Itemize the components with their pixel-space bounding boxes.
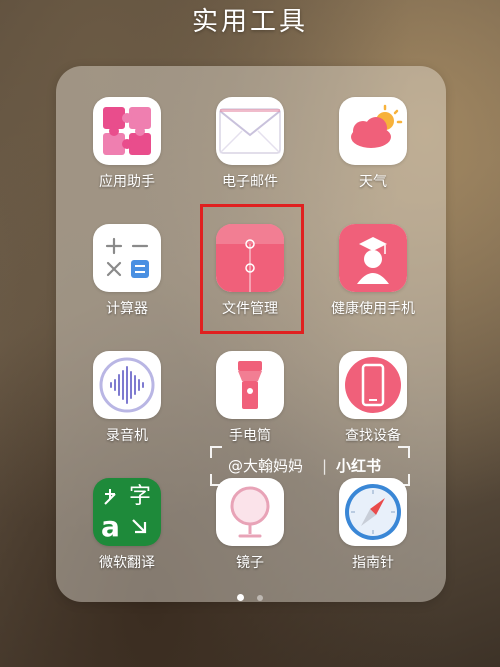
weather-icon xyxy=(339,97,407,165)
page-indicator xyxy=(0,587,500,601)
app-microsoft-translator[interactable]: a 字 微软翻译 xyxy=(67,478,187,572)
app-find-device[interactable]: 查找设备 xyxy=(313,351,433,445)
translate-glyph: 字 xyxy=(129,484,152,509)
highlight-box xyxy=(200,204,304,334)
page-dot[interactable] xyxy=(257,594,264,601)
app-flashlight[interactable]: 手电筒 xyxy=(190,351,310,445)
app-label: 录音机 xyxy=(106,428,148,444)
app-label: 天气 xyxy=(359,174,387,190)
waveform-icon xyxy=(93,351,161,419)
watermark-corner xyxy=(210,474,222,486)
calculator-icon xyxy=(93,224,161,292)
watermark-corner xyxy=(210,446,222,458)
svg-text:a: a xyxy=(101,510,120,543)
app-compass[interactable]: 指南针 xyxy=(313,478,433,572)
flashlight-icon xyxy=(216,351,284,419)
app-label: 健康使用手机 xyxy=(331,301,415,317)
mirror-icon xyxy=(216,478,284,546)
app-email[interactable]: 电子邮件 xyxy=(190,97,310,191)
app-recorder[interactable]: 录音机 xyxy=(67,351,187,445)
envelope-icon xyxy=(216,97,284,165)
health-user-icon xyxy=(339,224,407,292)
watermark-brand: 小红书 xyxy=(336,457,382,475)
watermark-handle: @大翰妈妈 xyxy=(228,457,304,475)
compass-icon xyxy=(339,478,407,546)
app-label: 指南针 xyxy=(352,555,394,571)
app-calculator[interactable]: 计算器 xyxy=(67,224,187,318)
watermark-separator: | xyxy=(322,457,328,475)
app-label: 电子邮件 xyxy=(222,174,278,190)
app-app-assistant[interactable]: 应用助手 xyxy=(67,97,187,191)
app-digital-wellbeing[interactable]: 健康使用手机 xyxy=(313,224,433,318)
translate-icon: a 字 xyxy=(93,478,161,546)
watermark-corner xyxy=(398,474,410,486)
page-dot-active[interactable] xyxy=(236,594,244,601)
app-label: 镜子 xyxy=(236,555,264,571)
app-mirror[interactable]: 镜子 xyxy=(190,478,310,572)
watermark: @大翰妈妈 | 小红书 xyxy=(210,446,410,486)
folder-title: 实用工具 xyxy=(191,7,308,37)
puzzle-icon xyxy=(93,97,161,165)
app-label: 应用助手 xyxy=(99,174,155,190)
app-label: 手电筒 xyxy=(229,428,271,444)
app-label: 计算器 xyxy=(106,301,148,317)
watermark-corner xyxy=(398,446,410,458)
find-device-icon xyxy=(339,351,407,419)
app-label: 查找设备 xyxy=(345,428,401,444)
app-label: 微软翻译 xyxy=(99,555,155,571)
app-weather[interactable]: 天气 xyxy=(313,97,433,191)
